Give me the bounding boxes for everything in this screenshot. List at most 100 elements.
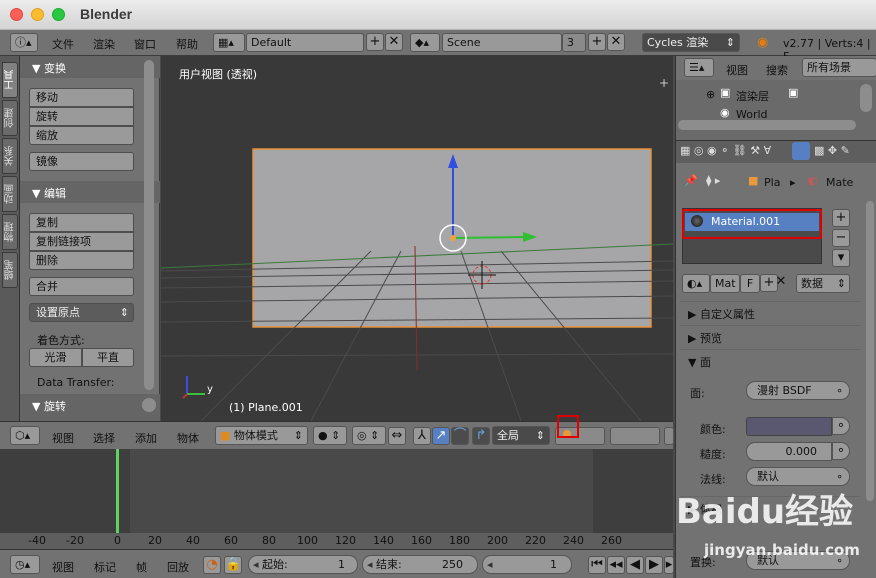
next-keyframe-icon[interactable]: ▸: [664, 556, 674, 574]
join-button[interactable]: 合并: [29, 277, 134, 296]
layout-field[interactable]: Default: [246, 33, 364, 52]
add-layout-icon[interactable]: +: [366, 33, 384, 51]
shade-flat-button[interactable]: 平直: [82, 348, 134, 367]
shade-smooth-button[interactable]: 光滑: [29, 348, 82, 367]
current-frame-marker[interactable]: [116, 449, 119, 533]
tl-menu-playback[interactable]: 回放: [167, 559, 189, 575]
duplicate-button[interactable]: 复制: [29, 213, 134, 232]
layer-buttons-group-2[interactable]: [610, 427, 660, 445]
vp-menu-view[interactable]: 视图: [52, 430, 74, 446]
manipulator-toggle-icon[interactable]: ⇔: [388, 427, 406, 445]
panel-edit-header[interactable]: ▼ 编辑: [20, 181, 160, 203]
screen-layout-icon[interactable]: ▦▴: [213, 33, 245, 52]
set-origin-select[interactable]: 设置原点 ⇕: [29, 303, 134, 322]
end-frame-field[interactable]: ◂ 结束: 250: [362, 555, 478, 574]
properties-scrollbar[interactable]: [866, 201, 874, 501]
fake-user-button[interactable]: F: [740, 274, 760, 293]
editor-type-selector[interactable]: ⓘ▴: [10, 33, 38, 52]
tl-menu-view[interactable]: 视图: [52, 559, 74, 575]
tab-grease-pencil[interactable]: 蜡笔: [2, 252, 18, 288]
roughness-field[interactable]: 0.000: [746, 442, 832, 461]
jump-start-icon[interactable]: ⏮: [588, 556, 606, 574]
start-frame-field[interactable]: ◂ 起始: 1: [248, 555, 358, 574]
rotate-manipulator-icon[interactable]: ⌒: [451, 427, 469, 445]
menu-render[interactable]: 渲染: [93, 36, 115, 52]
scene-icon[interactable]: ◆▴: [410, 33, 440, 52]
play-reverse-icon[interactable]: ◀: [626, 556, 644, 574]
move-manipulator-icon[interactable]: ↗: [432, 427, 450, 445]
link-type-select[interactable]: 数据 ⇕: [796, 274, 850, 293]
minimize-window-button[interactable]: [31, 8, 44, 21]
section-custom-props[interactable]: ▶ 自定义属性: [680, 301, 860, 323]
surface-shader-select[interactable]: 漫射 BSDF ∘: [746, 381, 850, 400]
material-browse-icon[interactable]: ◐▴: [682, 274, 710, 293]
section-preview[interactable]: ▶ 预览: [680, 325, 860, 347]
outliner-menu-search[interactable]: 搜索: [766, 62, 788, 78]
material-tab-icon[interactable]: [792, 142, 810, 160]
breadcrumb-object[interactable]: Pla: [764, 176, 780, 189]
tab-create[interactable]: 创建: [2, 100, 18, 136]
roughness-socket-icon[interactable]: ∘: [832, 442, 850, 460]
mode-select[interactable]: ■ 物体模式 ⇕: [215, 426, 308, 445]
3d-viewport[interactable]: y 用户视图 (透视) (1) Plane.001 +: [161, 56, 673, 421]
gizmo-y-axis[interactable]: [452, 236, 524, 239]
color-swatch[interactable]: [746, 417, 832, 436]
move-button[interactable]: 移动: [29, 88, 134, 107]
outliner-filter-select[interactable]: 所有场景: [802, 58, 876, 77]
duplicate-linked-button[interactable]: 复制链接项: [29, 232, 134, 251]
panel-rotate-header[interactable]: ▼ 旋转: [20, 394, 160, 421]
color-socket-icon[interactable]: ∘: [832, 417, 850, 435]
render-engine-select[interactable]: Cycles 渲染 ⇕: [642, 33, 740, 52]
record-icon[interactable]: ◔: [203, 556, 221, 574]
translate-manipulator-icon[interactable]: ⅄: [413, 427, 431, 445]
play-icon[interactable]: ▶: [645, 556, 663, 574]
vp-menu-add[interactable]: 添加: [135, 430, 157, 446]
menu-file[interactable]: 文件: [52, 36, 74, 52]
prev-keyframe-icon[interactable]: ◂◂: [607, 556, 625, 574]
toolshelf-scroll-handle[interactable]: [142, 398, 156, 412]
tree-expand-icon[interactable]: ⊕: [706, 88, 715, 101]
remove-layout-icon[interactable]: ✕: [385, 33, 403, 51]
outliner-vscrollbar[interactable]: [860, 84, 872, 112]
breadcrumb-material[interactable]: Mate: [826, 176, 853, 189]
tl-menu-marker[interactable]: 标记: [94, 559, 116, 575]
properties-region-toggle-icon[interactable]: +: [659, 76, 669, 90]
scale-button[interactable]: 缩放: [29, 126, 134, 145]
editor-type-cube-icon[interactable]: ⬡▴: [10, 426, 40, 445]
pivot-point-select[interactable]: ◎ ⇕: [352, 426, 386, 445]
menu-help[interactable]: 帮助: [176, 36, 198, 52]
timeline-ruler[interactable]: -40 -20 0 20 40 60 80 100 120 140 160 18…: [0, 533, 673, 549]
pin-icon[interactable]: 📌: [684, 174, 698, 187]
vp-menu-object[interactable]: 物体: [177, 430, 199, 446]
remove-scene-icon[interactable]: ✕: [607, 33, 625, 51]
current-frame-field[interactable]: ◂ 1: [482, 555, 572, 574]
lock-icon[interactable]: 🔒: [224, 556, 242, 574]
timeline-editor-type-icon[interactable]: ◷▴: [10, 555, 40, 574]
scale-manipulator-icon[interactable]: ↱: [472, 427, 490, 445]
material-name-field[interactable]: Mat: [710, 274, 740, 293]
layer-lock-button[interactable]: [664, 427, 674, 445]
texture-tab-icon[interactable]: ▩ ✥ ✎: [814, 144, 850, 157]
remove-material-slot-icon[interactable]: −: [832, 229, 850, 247]
menu-window[interactable]: 窗口: [134, 36, 156, 52]
tab-relations[interactable]: 关系: [2, 138, 18, 174]
panel-transform-header[interactable]: ▼ 变换: [20, 56, 160, 78]
outliner-menu-view[interactable]: 视图: [726, 62, 748, 78]
scene-field[interactable]: Scene: [442, 33, 562, 52]
outliner-hscrollbar[interactable]: [678, 120, 856, 130]
rotate-button[interactable]: 旋转: [29, 107, 134, 126]
transform-orientation-select[interactable]: 全局 ⇕: [492, 426, 550, 445]
tab-physics[interactable]: 物理: [2, 214, 18, 250]
toolshelf-scrollbar[interactable]: [144, 60, 154, 390]
add-material-slot-icon[interactable]: +: [832, 209, 850, 227]
viewport-shading-select[interactable]: ● ⇕: [313, 426, 347, 445]
outliner-item-render-layers[interactable]: 渲染层: [736, 88, 769, 104]
add-scene-icon[interactable]: +: [588, 33, 606, 51]
delete-button[interactable]: 删除: [29, 251, 134, 270]
tab-animation[interactable]: 动画: [2, 176, 18, 212]
vp-menu-select[interactable]: 选择: [93, 430, 115, 446]
section-surface[interactable]: ▼ 面: [680, 349, 860, 371]
render-tab-icon[interactable]: ▦ ◎ ◉ ⚬ ⛓ ⚒ ∀: [680, 144, 771, 157]
tl-menu-frame[interactable]: 帧: [136, 559, 147, 575]
outliner-editor-icon[interactable]: ☰▴: [684, 58, 714, 77]
